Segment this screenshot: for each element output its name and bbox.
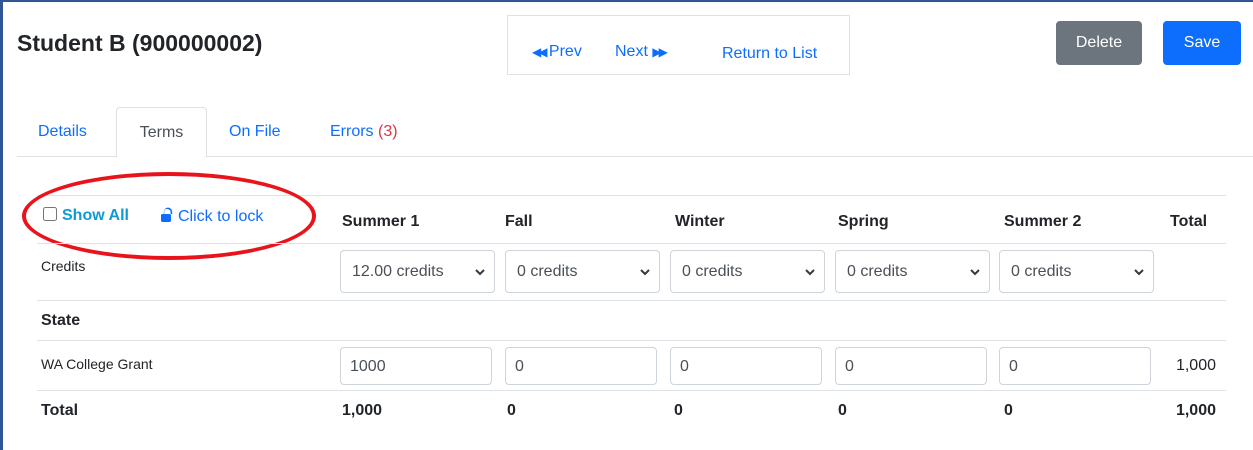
tab-errors-label: Errors <box>330 123 374 140</box>
total-row-label: Total <box>41 402 79 419</box>
chevron-down-icon <box>475 269 485 276</box>
prev-link[interactable]: ◀◀ Prev <box>532 43 582 61</box>
credits-value: 0 credits <box>517 263 578 280</box>
header-divider <box>37 243 1226 244</box>
window-frame-left <box>0 0 3 450</box>
show-all-checkbox[interactable] <box>43 207 57 221</box>
column-header-summer-1: Summer 1 <box>342 213 420 230</box>
column-header-winter: Winter <box>675 213 725 230</box>
window-frame-top <box>0 0 1253 2</box>
tab-details[interactable]: Details <box>38 107 87 157</box>
credits-divider <box>37 300 1226 301</box>
grant-input-summer-1[interactable]: 1000 <box>340 347 492 385</box>
record-navigation: ◀◀ Prev Next ▶▶ Return to List <box>507 15 850 75</box>
unlock-icon <box>161 207 173 222</box>
column-header-total: Total <box>1170 213 1208 230</box>
chevron-down-icon <box>640 269 650 276</box>
page-title: Student B (900000002) <box>17 30 263 56</box>
tab-on-file[interactable]: On File <box>229 107 281 157</box>
credits-value: 0 credits <box>1011 263 1072 280</box>
column-header-spring: Spring <box>838 213 889 230</box>
delete-button[interactable]: Delete <box>1056 21 1142 65</box>
credits-row-label: Credits <box>41 258 86 274</box>
grant-input-winter[interactable]: 0 <box>670 347 822 385</box>
column-header-summer-2: Summer 2 <box>1004 213 1082 230</box>
grant-row-total: 1,000 <box>1175 357 1216 374</box>
tab-errors[interactable]: Errors (3) <box>330 107 398 157</box>
credits-select-summer-2[interactable]: 0 credits <box>999 250 1154 293</box>
credits-select-winter[interactable]: 0 credits <box>670 250 825 293</box>
total-fall: 0 <box>507 402 516 419</box>
error-count-badge: (3) <box>378 123 398 140</box>
grant-input-fall[interactable]: 0 <box>505 347 657 385</box>
tab-bar: Details Terms On File Errors (3) <box>17 107 1253 158</box>
total-spring: 0 <box>838 402 847 419</box>
lock-label: Click to lock <box>178 208 264 225</box>
total-winter: 0 <box>674 402 683 419</box>
total-summer-1: 1,000 <box>342 402 383 419</box>
tab-terms[interactable]: Terms <box>116 107 207 158</box>
prev-label: Prev <box>548 43 582 60</box>
section-label-state: State <box>41 312 81 329</box>
section-divider <box>37 340 1226 341</box>
credits-value: 0 credits <box>847 263 908 280</box>
table-top-divider <box>37 195 1226 196</box>
grant-input-summer-2[interactable]: 0 <box>999 347 1151 385</box>
column-header-fall: Fall <box>505 213 533 230</box>
next-label: Next <box>615 43 648 60</box>
grant-divider <box>37 390 1226 391</box>
show-all-toggle[interactable]: Show All <box>43 207 129 225</box>
credits-select-spring[interactable]: 0 credits <box>835 250 990 293</box>
grant-input-spring[interactable]: 0 <box>835 347 987 385</box>
credits-select-summer-1[interactable]: 12.00 credits <box>340 250 495 293</box>
chevron-down-icon <box>805 269 815 276</box>
chevron-down-icon <box>1134 269 1144 276</box>
credits-value: 12.00 credits <box>352 263 444 280</box>
double-chevron-left-icon: ◀◀ <box>532 45 548 59</box>
return-to-list-link[interactable]: Return to List <box>722 45 817 63</box>
lock-toggle-link[interactable]: Click to lock <box>160 207 263 226</box>
grant-row-label: WA College Grant <box>41 356 153 372</box>
double-chevron-right-icon: ▶▶ <box>652 45 668 59</box>
credits-select-fall[interactable]: 0 credits <box>505 250 660 293</box>
credits-value: 0 credits <box>682 263 743 280</box>
total-summer-2: 0 <box>1004 402 1013 419</box>
grand-total: 1,000 <box>1175 402 1216 419</box>
chevron-down-icon <box>970 269 980 276</box>
next-link[interactable]: Next ▶▶ <box>615 43 668 61</box>
save-button[interactable]: Save <box>1163 21 1241 65</box>
show-all-label: Show All <box>62 207 129 224</box>
